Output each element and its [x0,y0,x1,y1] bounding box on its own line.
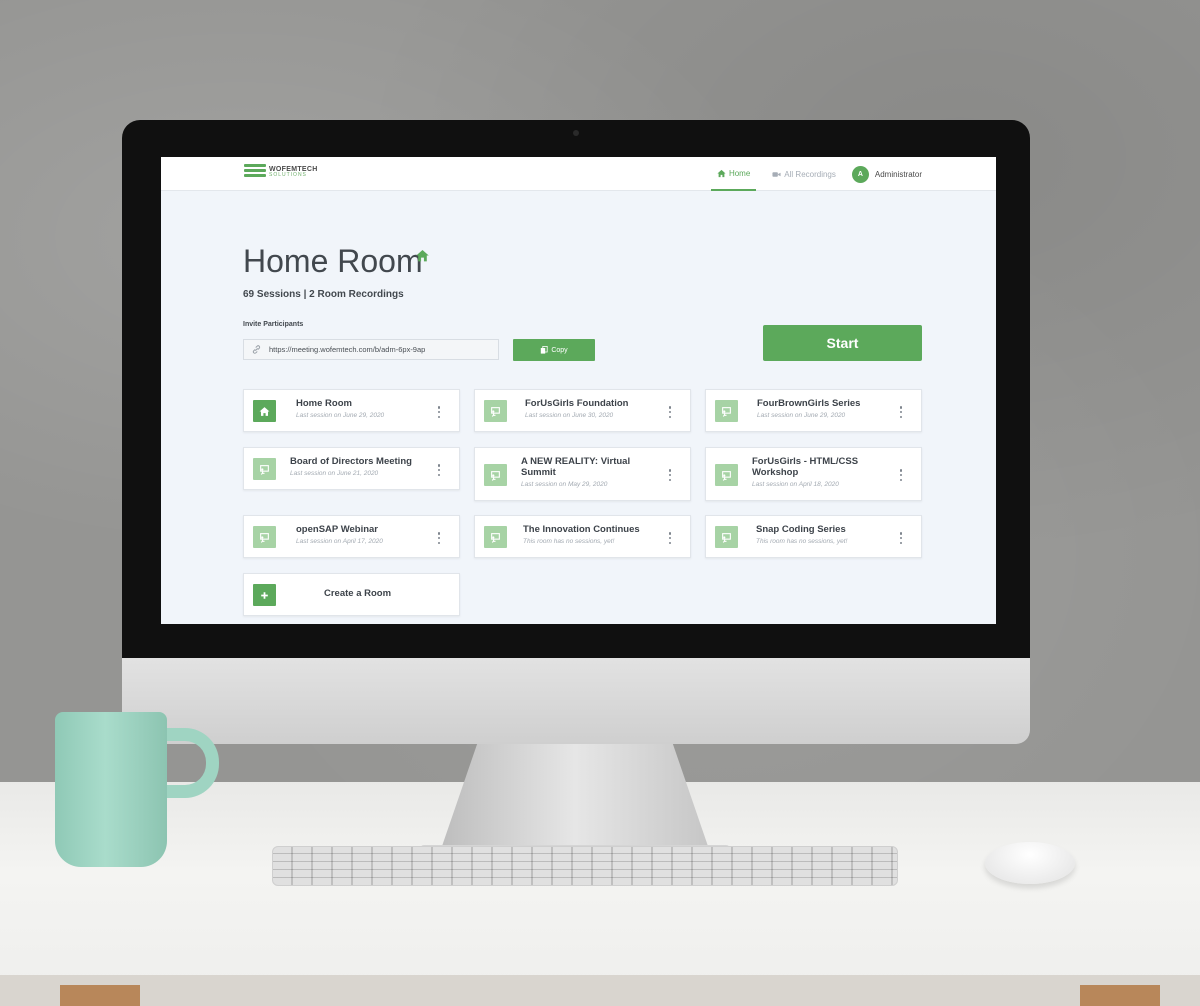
room-info: The Innovation Continues This room has n… [523,524,662,545]
plus-icon [253,584,276,606]
logo-mark-icon [244,164,266,179]
logo-sub: SOLUTIONS [269,171,307,178]
copy-button[interactable]: Copy [513,339,595,361]
chalkboard-icon [484,464,507,486]
app-screen: WOFEMTECH SOLUTIONS Home All Recordings … [161,157,996,624]
desk-leg [1080,985,1160,1006]
room-info: Snap Coding Series This room has no sess… [756,524,893,545]
link-icon [252,345,261,354]
room-name: ForUsGirls - HTML/CSS Workshop [752,456,859,478]
more-options-icon[interactable] [437,532,441,544]
create-room-label: Create a Room [324,588,392,599]
room-name: A NEW REALITY: Virtual Summit [521,456,631,478]
more-options-icon[interactable] [668,469,672,481]
room-last-session: This room has no sessions, yet! [523,537,615,545]
start-button[interactable]: Start [763,325,922,361]
room-info: ForUsGirls Foundation Last session on Ju… [525,398,662,419]
monitor-chin [122,658,1030,744]
avatar: A [851,165,869,183]
invite-label: Invite Participants [243,321,304,328]
more-options-icon[interactable] [899,469,903,481]
nav-recordings-label: All Recordings [784,169,836,179]
desk-leg [60,985,140,1006]
camera-icon [573,130,579,136]
desk-edge [0,975,1200,1006]
room-card[interactable]: Snap Coding Series This room has no sess… [705,515,922,558]
nav-menu: Home All Recordings A Administrator [710,157,922,191]
monitor-stand [440,742,710,852]
room-last-session: Last session on June 29, 2020 [296,411,385,419]
room-card[interactable]: Home Room Last session on June 29, 2020 [243,389,460,432]
room-last-session: Last session on June 30, 2020 [525,411,614,419]
room-info: ForUsGirls - HTML/CSS Workshop Last sess… [752,456,893,488]
copy-icon [541,346,548,354]
room-name: FourBrownGirls Series [757,398,861,409]
page-title: Home Room [243,243,423,279]
nav-home[interactable]: Home [710,157,757,191]
room-name: openSAP Webinar [296,524,378,535]
home-icon [717,169,726,177]
invite-url-field[interactable] [243,339,499,360]
room-last-session: Last session on May 29, 2020 [521,480,608,488]
chalkboard-icon [253,458,276,480]
chalkboard-icon [715,464,738,486]
user-name: Administrator [874,169,922,179]
mouse [985,842,1075,884]
room-info: FourBrownGirls Series Last session on Ju… [757,398,893,419]
room-info: Board of Directors Meeting Last session … [290,456,431,477]
keyboard [272,846,898,886]
chalkboard-icon [715,526,738,548]
home-icon [416,250,429,262]
more-options-icon[interactable] [668,406,672,418]
nav-home-label: Home [728,168,751,178]
chalkboard-icon [484,400,507,422]
chalkboard-icon [253,526,276,548]
room-last-session: Last session on June 29, 2020 [757,411,846,419]
chalkboard-icon [715,400,738,422]
chalkboard-icon [484,526,507,548]
room-last-session: Last session on April 18, 2020 [752,480,839,488]
room-info: A NEW REALITY: Virtual Summit Last sessi… [521,456,662,488]
coffee-mug [55,712,167,867]
room-last-session: This room has no sessions, yet! [756,537,848,545]
more-options-icon[interactable] [899,532,903,544]
more-options-icon[interactable] [668,532,672,544]
room-info: openSAP Webinar Last session on April 17… [296,524,431,545]
room-card[interactable]: openSAP Webinar Last session on April 17… [243,515,460,558]
copy-label: Copy [551,346,568,354]
room-card[interactable]: Board of Directors Meeting Last session … [243,447,460,490]
more-options-icon[interactable] [437,406,441,418]
room-stats: 69 Sessions | 2 Room Recordings [243,289,404,300]
room-name: ForUsGirls Foundation [525,398,629,409]
room-last-session: Last session on April 17, 2020 [296,537,383,545]
create-room-card[interactable]: Create a Room [243,573,460,616]
top-navbar: WOFEMTECH SOLUTIONS Home All Recordings … [161,157,996,191]
room-card[interactable]: The Innovation Continues This room has n… [474,515,691,558]
room-last-session: Last session on June 21, 2020 [290,469,379,477]
nav-all-recordings[interactable]: All Recordings [766,157,842,191]
room-name: Home Room [296,398,352,409]
brand-logo[interactable]: WOFEMTECH SOLUTIONS [244,164,318,179]
more-options-icon[interactable] [437,464,441,476]
room-card[interactable]: ForUsGirls Foundation Last session on Ju… [474,389,691,432]
room-card[interactable]: ForUsGirls - HTML/CSS Workshop Last sess… [705,447,922,501]
more-options-icon[interactable] [899,406,903,418]
room-name: Snap Coding Series [756,524,846,535]
room-name: Board of Directors Meeting [290,456,412,467]
home-icon [253,400,276,422]
room-name: The Innovation Continues [523,524,640,535]
invite-url-input[interactable] [269,345,489,354]
user-menu[interactable]: A Administrator [851,165,922,183]
room-card[interactable]: FourBrownGirls Series Last session on Ju… [705,389,922,432]
room-info: Home Room Last session on June 29, 2020 [296,398,431,419]
room-card[interactable]: A NEW REALITY: Virtual Summit Last sessi… [474,447,691,501]
video-camera-icon [772,171,781,177]
